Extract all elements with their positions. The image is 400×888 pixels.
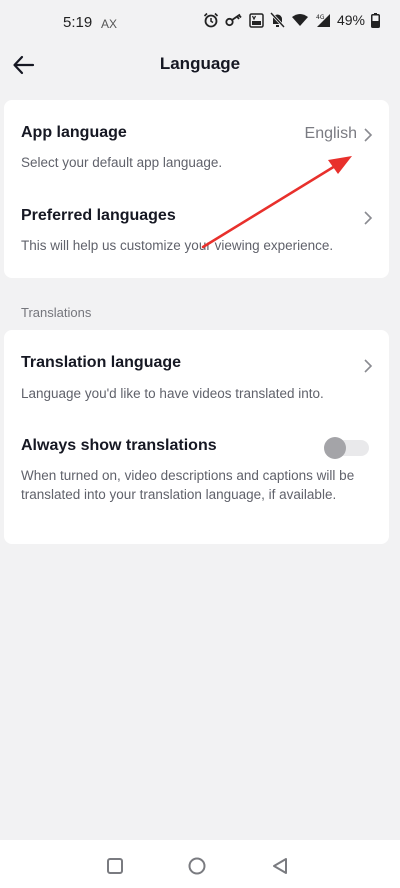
- recents-square-icon[interactable]: [105, 856, 125, 876]
- system-nav-bar: [0, 840, 400, 888]
- page-title: Language: [159, 54, 241, 73]
- status-icons: 4G 49%: [203, 12, 380, 28]
- app-language-row[interactable]: App language English Select your default…: [4, 100, 389, 184]
- general-language-card: App language English Select your default…: [4, 100, 389, 278]
- svg-text:4G: 4G: [316, 14, 325, 21]
- header: Language: [0, 46, 400, 84]
- back-triangle-icon[interactable]: [270, 856, 290, 876]
- app-language-title: App language: [21, 124, 127, 141]
- key-icon: [225, 13, 242, 27]
- always-show-translations-row: Always show translations When turned on,…: [4, 414, 389, 544]
- toggle-knob: [324, 437, 346, 459]
- app-language-subtitle: Select your default app language.: [21, 155, 223, 170]
- preferred-languages-title: Preferred languages: [21, 207, 176, 224]
- chevron-right-icon: [364, 359, 373, 373]
- preferred-languages-row[interactable]: Preferred languages This will help us cu…: [4, 184, 389, 278]
- section-label-translations: Translations: [21, 305, 92, 320]
- translation-language-subtitle: Language you'd like to have videos trans…: [21, 386, 324, 401]
- alarm-icon: [203, 12, 219, 28]
- translation-language-row[interactable]: Translation language Language you'd like…: [4, 330, 389, 414]
- preferred-languages-subtitle: This will help us customize your viewing…: [21, 238, 334, 253]
- battery-percent: 49%: [336, 12, 365, 28]
- mute-icon: [269, 12, 285, 28]
- home-circle-icon[interactable]: [187, 856, 207, 876]
- translations-card: Translation language Language you'd like…: [4, 330, 389, 544]
- status-time: 5:19: [63, 14, 93, 31]
- always-show-translations-title: Always show translations: [21, 437, 217, 454]
- app-language-value: English: [304, 125, 357, 142]
- chevron-right-icon: [364, 128, 373, 142]
- status-bar: 5:19 AX 4G 49%: [0, 0, 400, 46]
- wifi-icon: [291, 14, 308, 26]
- translation-language-title: Translation language: [21, 354, 182, 371]
- always-show-translations-toggle[interactable]: [324, 437, 369, 459]
- battery-icon: [371, 12, 380, 28]
- always-show-translations-subtitle: When turned on, video descriptions and c…: [21, 468, 355, 502]
- status-carrier-tag: AX: [101, 17, 118, 31]
- signal-4g-icon: 4G: [316, 13, 330, 27]
- volte-icon: [249, 12, 264, 28]
- chevron-right-icon: [364, 211, 373, 225]
